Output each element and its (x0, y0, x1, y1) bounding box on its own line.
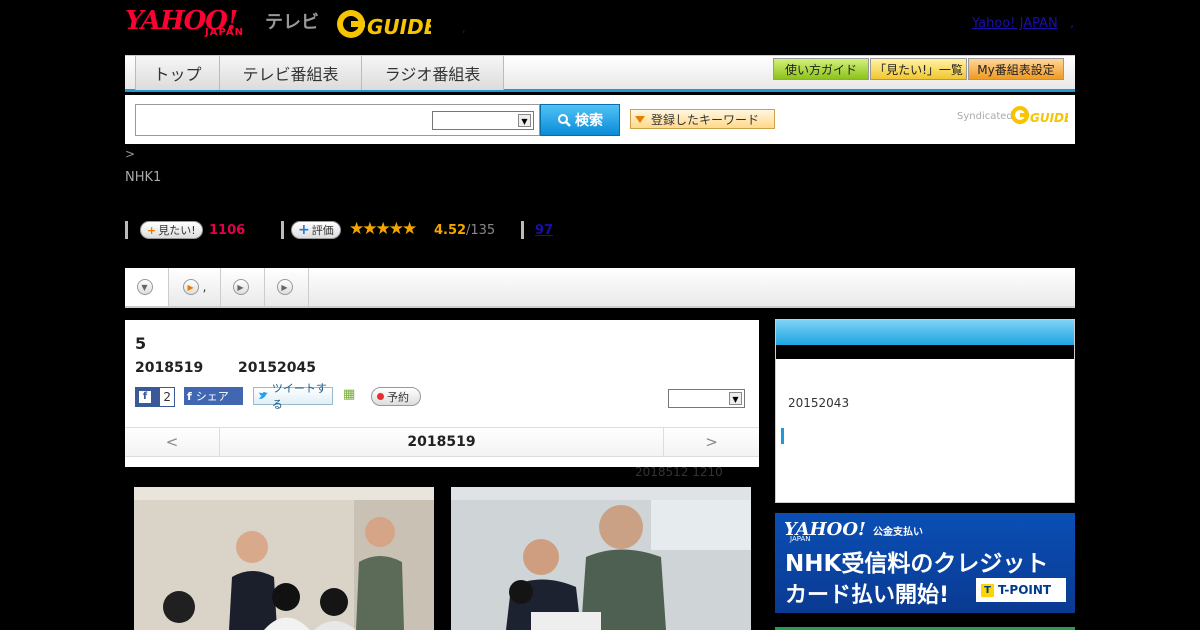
episode-panel: 5 2018519 20152045 f 2 f シェア ツイートする ▦ 予約… (125, 320, 759, 467)
episode-photo-1[interactable] (134, 487, 434, 630)
episode-photo-2[interactable] (451, 487, 751, 630)
facebook-like-button[interactable]: f 2 (135, 387, 175, 407)
play-icon: ▶ (232, 279, 249, 295)
tpoint-label: T-POINT (998, 583, 1052, 597)
tab-play-1[interactable]: ▶ , (169, 268, 221, 306)
side-header (776, 320, 1074, 345)
search-icon (558, 114, 571, 127)
search-area: ▼ 検索 登録したキーワード Syndicated GUIDE (125, 95, 1075, 144)
mitai-label: 見たい! (158, 224, 196, 237)
plus-icon: + (298, 222, 310, 238)
side-info-box: 20152043 (775, 319, 1075, 503)
keyword-button-label: 登録したキーワード (651, 112, 760, 127)
chevron-down-icon: ▼ (136, 279, 153, 295)
episode-number: 5 (135, 334, 147, 353)
update-note: 2018512 1210 (635, 465, 723, 479)
tab-play-3[interactable]: ▶ (265, 268, 309, 306)
play-icon: ▶ (276, 279, 293, 295)
chevron-down-icon: ▼ (518, 114, 531, 127)
ad-tag: 公金支払い (873, 527, 923, 538)
keyword-button[interactable]: 登録したキーワード (630, 109, 775, 129)
scene-image (451, 487, 751, 630)
share-label: シェア (195, 390, 229, 403)
reserve-label: 予約 (387, 390, 409, 404)
plus-icon: + (147, 223, 157, 237)
svg-text:GUIDE: GUIDE (1030, 111, 1068, 125)
ad-yahoo-japan: JAPAN (790, 535, 811, 543)
record-icon (377, 393, 384, 400)
side-accent-bar (781, 428, 784, 444)
episode-date: 2018519 (135, 360, 204, 376)
search-category-select[interactable]: ▼ (432, 111, 534, 130)
like-count: 2 (160, 388, 174, 406)
episode-time: 20152045 (238, 360, 316, 376)
play-icon: ▶ (182, 279, 199, 295)
guide-button[interactable]: 使い方ガイド (773, 58, 869, 80)
gguide-small-logo: GUIDE (1011, 106, 1068, 125)
review-count-link[interactable]: 97 (535, 223, 553, 238)
tweet-label: ツイートする (271, 382, 327, 411)
date-navigation: < 2018519 > (125, 427, 759, 457)
channel-name: NHK1 (125, 170, 162, 185)
tab-radio-schedule[interactable]: ラジオ番組表 (362, 56, 504, 90)
tv-logo[interactable]: テレビ (265, 8, 319, 34)
side-band (776, 345, 1074, 359)
divider (521, 221, 524, 239)
my-schedule-button[interactable]: My番組表設定 (968, 58, 1064, 80)
panel-select[interactable]: ▼ (668, 389, 745, 408)
triangle-down-icon (635, 115, 645, 123)
rate-label: 評価 (311, 224, 334, 237)
mitai-button[interactable]: + 見たい! (140, 221, 203, 239)
svg-text:GUIDE: GUIDE (367, 15, 431, 39)
reserve-button[interactable]: 予約 (371, 387, 421, 406)
syndicated-label: Syndicated (957, 111, 1013, 122)
header-dot: , (462, 22, 466, 35)
calendar-add-icon[interactable]: ▦ (343, 387, 359, 405)
facebook-share-button[interactable]: f シェア (184, 387, 243, 405)
tpoint-badge: T T-POINT (976, 578, 1066, 602)
tab-tv-schedule[interactable]: テレビ番組表 (220, 56, 362, 90)
rate-button[interactable]: + 評価 (291, 221, 341, 239)
scene-image (134, 487, 434, 630)
header-dot-right: , (1070, 16, 1075, 31)
chevron-down-icon: ▼ (729, 392, 742, 405)
tab-detail[interactable]: ▼ (125, 268, 169, 306)
tab-play-2[interactable]: ▶ (221, 268, 265, 306)
search-button-label: 検索 (575, 113, 603, 129)
breadcrumb[interactable]: > (125, 147, 135, 161)
page: YAHOO! JAPAN テレビ GUIDE , Yahoo! JAPAN , … (0, 0, 1200, 630)
mitai-count: 1106 (209, 223, 246, 238)
prev-date-button[interactable]: < (125, 428, 220, 456)
tpoint-icon: T (981, 583, 994, 597)
ad-headline: NHK受信料のクレジット (785, 551, 1049, 577)
ad-subheadline: カード払い開始! (785, 583, 950, 608)
tab-top[interactable]: トップ (135, 56, 220, 90)
star-rating: ★★★★★ (349, 219, 417, 239)
twitter-icon (258, 392, 269, 399)
rating-total: /135 (466, 223, 496, 238)
facebook-icon: f (139, 391, 151, 403)
next-date-button[interactable]: > (663, 428, 759, 456)
divider (281, 221, 284, 239)
current-date: 2018519 (407, 434, 476, 450)
mitai-list-button[interactable]: 「見たい!」一覧 (870, 58, 967, 80)
rating-score: 4.52 (434, 223, 467, 238)
main-nav: トップ テレビ番組表 ラジオ番組表 使い方ガイド 「見たい!」一覧 My番組表設… (125, 55, 1075, 92)
yahoo-logo-japan: JAPAN (205, 27, 244, 38)
content-tabs: ▼ ▶ , ▶ ▶ (125, 268, 1075, 308)
yahoo-japan-link[interactable]: Yahoo! JAPAN (972, 16, 1058, 31)
gguide-logo[interactable]: GUIDE (335, 8, 431, 40)
side-info-text: 20152043 (788, 396, 850, 410)
search-button[interactable]: 検索 (540, 104, 620, 136)
tab-label: , (202, 280, 207, 294)
nhk-payment-ad[interactable]: YAHOO! JAPAN 公金支払い NHK受信料のクレジット カード払い開始!… (775, 513, 1075, 613)
tweet-button[interactable]: ツイートする (253, 382, 333, 411)
divider (125, 221, 128, 239)
facebook-icon: f (187, 389, 192, 403)
